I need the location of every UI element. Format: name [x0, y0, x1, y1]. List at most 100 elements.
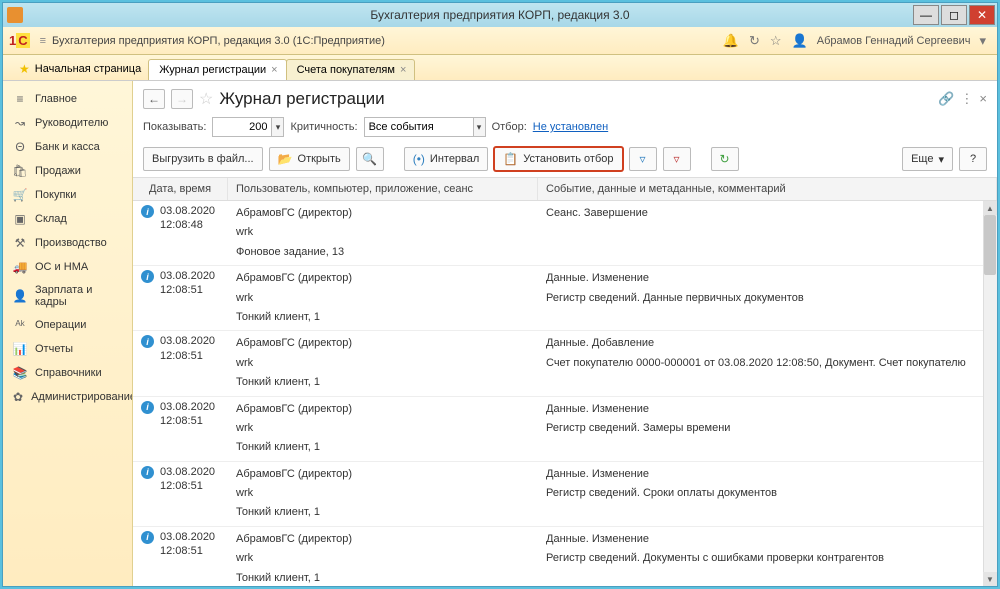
sidebar-icon: 👤 [13, 289, 27, 303]
tab-journal[interactable]: Журнал регистрации × [148, 59, 286, 80]
sidebar-item-label: Банк и касса [35, 141, 100, 153]
info-icon: i [141, 335, 154, 348]
sidebar-item-12[interactable]: ✿Администрирование [3, 385, 132, 409]
info-icon: i [141, 531, 154, 544]
logo-1c: 1C [9, 33, 30, 48]
event-cell: Данные. ИзменениеРегистр сведений. Докум… [538, 527, 997, 586]
table-row[interactable]: i03.08.202012:08:51АбрамовГС (директор)w… [133, 397, 997, 462]
datetime: 03.08.202012:08:51 [160, 465, 215, 523]
titlebar: Бухгалтерия предприятия КОРП, редакция 3… [3, 3, 997, 27]
event-cell: Данные. ИзменениеРегистр сведений. Сроки… [538, 462, 997, 526]
sidebar-item-6[interactable]: ⚒Производство [3, 231, 132, 255]
sidebar-item-label: Главное [35, 93, 77, 105]
user-cell: АбрамовГС (директор)wrkТонкий клиент, 1 [228, 397, 538, 461]
info-icon: i [141, 401, 154, 414]
sidebar-item-1[interactable]: ↝Руководителю [3, 111, 132, 135]
col-event[interactable]: Событие, данные и метаданные, комментари… [538, 178, 997, 200]
sidebar-icon: 📊 [13, 342, 27, 356]
user-dropdown-icon[interactable]: ▾ [979, 33, 986, 49]
sidebar-item-9[interactable]: ᴬᵏОперации [3, 313, 132, 337]
user-icon[interactable]: 👤 [792, 33, 808, 49]
sidebar-icon: 🚚 [13, 260, 27, 274]
criticality-select[interactable] [364, 117, 474, 137]
scrollbar[interactable]: ▲ ▼ [983, 201, 997, 586]
open-button[interactable]: 📂Открыть [269, 147, 350, 171]
close-view-icon[interactable]: × [979, 91, 987, 107]
set-filter-button[interactable]: 📋Установить отбор [494, 147, 622, 171]
sidebar-item-label: Продажи [35, 165, 81, 177]
sidebar-item-11[interactable]: 📚Справочники [3, 361, 132, 385]
table-row[interactable]: i03.08.202012:08:51АбрамовГС (директор)w… [133, 527, 997, 586]
datetime: 03.08.202012:08:48 [160, 204, 215, 262]
tab-invoices[interactable]: Счета покупателям × [286, 59, 416, 80]
sidebar-item-0[interactable]: ≡ Главное [3, 87, 132, 111]
filter-label: Отбор: [492, 121, 527, 133]
more-icon[interactable]: ⋮ [960, 91, 973, 107]
sidebar-item-label: Руководителю [35, 117, 108, 129]
show-count-input[interactable] [212, 117, 272, 137]
sidebar-icon: ≡ [13, 92, 27, 106]
filter-funnel-button[interactable]: ▿ [629, 147, 657, 171]
dropdown-icon[interactable]: ▾ [474, 117, 486, 137]
col-datetime[interactable]: Дата, время [133, 178, 228, 200]
appbar-title: Бухгалтерия предприятия КОРП, редакция 3… [52, 35, 385, 47]
table-row[interactable]: i03.08.202012:08:51АбрамовГС (директор)w… [133, 266, 997, 331]
interval-button[interactable]: (•)Интервал [404, 147, 489, 171]
link-icon[interactable]: 🔗 [938, 91, 954, 107]
favorite-star-icon[interactable]: ☆ [199, 89, 213, 109]
sidebar-icon: 📚 [13, 366, 27, 380]
sidebar-item-3[interactable]: 🛍 Продажи [3, 159, 132, 183]
menu-icon[interactable]: ≡ [40, 35, 46, 47]
sidebar-icon: 🛍 [13, 164, 27, 178]
minimize-button[interactable]: — [913, 5, 939, 25]
event-cell: Данные. ИзменениеРегистр сведений. Замер… [538, 397, 997, 461]
sidebar: ≡ Главное ↝РуководителюΘБанк и касса 🛍 Прода… [3, 81, 133, 586]
nav-forward-button[interactable]: → [171, 89, 193, 109]
appbar: 1C ≡ Бухгалтерия предприятия КОРП, редак… [3, 27, 997, 55]
history-icon[interactable]: ↻ [749, 33, 760, 49]
sidebar-item-5[interactable]: ▣Склад [3, 207, 132, 231]
table-row[interactable]: i03.08.202012:08:48АбрамовГС (директор)w… [133, 201, 997, 266]
sidebar-item-label: Отчеты [35, 343, 73, 355]
refresh-button[interactable]: ↻ [711, 147, 739, 171]
table-row[interactable]: i03.08.202012:08:51АбрамовГС (директор)w… [133, 462, 997, 527]
refresh-icon: ↻ [719, 152, 729, 166]
col-user[interactable]: Пользователь, компьютер, приложение, сеа… [228, 178, 538, 200]
scroll-thumb[interactable] [984, 215, 996, 275]
table-header: Дата, время Пользователь, компьютер, при… [133, 178, 997, 201]
export-button[interactable]: Выгрузить в файл... [143, 147, 263, 171]
table-row[interactable]: i03.08.202012:08:51АбрамовГС (директор)w… [133, 331, 997, 396]
close-icon[interactable]: × [400, 64, 406, 76]
user-name[interactable]: Абрамов Геннадий Сергеевич [817, 35, 971, 47]
sidebar-item-8[interactable]: 👤 Зарплата и кадры [3, 279, 132, 313]
sidebar-item-10[interactable]: 📊 Отчеты [3, 337, 132, 361]
nav-back-button[interactable]: ← [143, 89, 165, 109]
spinner-icon[interactable]: ▾ [272, 117, 284, 137]
sidebar-icon: ✿ [13, 390, 23, 404]
filter-clear-button[interactable]: ▿ [663, 147, 691, 171]
sidebar-item-label: ОС и НМА [35, 261, 88, 273]
sidebar-item-2[interactable]: ΘБанк и касса [3, 135, 132, 159]
more-button[interactable]: Еще ▾ [902, 147, 953, 171]
page-title: Журнал регистрации [219, 89, 384, 109]
search-button[interactable]: 🔍 [356, 147, 384, 171]
sidebar-item-4[interactable]: 🛒Покупки [3, 183, 132, 207]
criticality-label: Критичность: [290, 121, 357, 133]
scroll-down-icon[interactable]: ▼ [983, 572, 997, 586]
sidebar-icon: ▣ [13, 212, 27, 226]
funnel-clear-icon: ▿ [674, 152, 680, 166]
filter-link[interactable]: Не установлен [533, 121, 608, 133]
maximize-button[interactable]: ◻ [941, 5, 967, 25]
close-icon[interactable]: × [271, 64, 277, 76]
star-icon[interactable]: ☆ [770, 33, 782, 49]
sidebar-item-label: Зарплата и кадры [35, 284, 122, 308]
help-button[interactable]: ? [959, 147, 987, 171]
bell-icon[interactable]: 🔔 [723, 33, 739, 49]
show-label: Показывать: [143, 121, 206, 133]
tab-home[interactable]: ★ Начальная страница [9, 58, 149, 80]
datetime: 03.08.202012:08:51 [160, 334, 215, 392]
sidebar-item-7[interactable]: 🚚 ОС и НМА [3, 255, 132, 279]
sidebar-icon: 🛒 [13, 188, 27, 202]
close-button[interactable]: ✕ [969, 5, 995, 25]
scroll-up-icon[interactable]: ▲ [983, 201, 997, 215]
